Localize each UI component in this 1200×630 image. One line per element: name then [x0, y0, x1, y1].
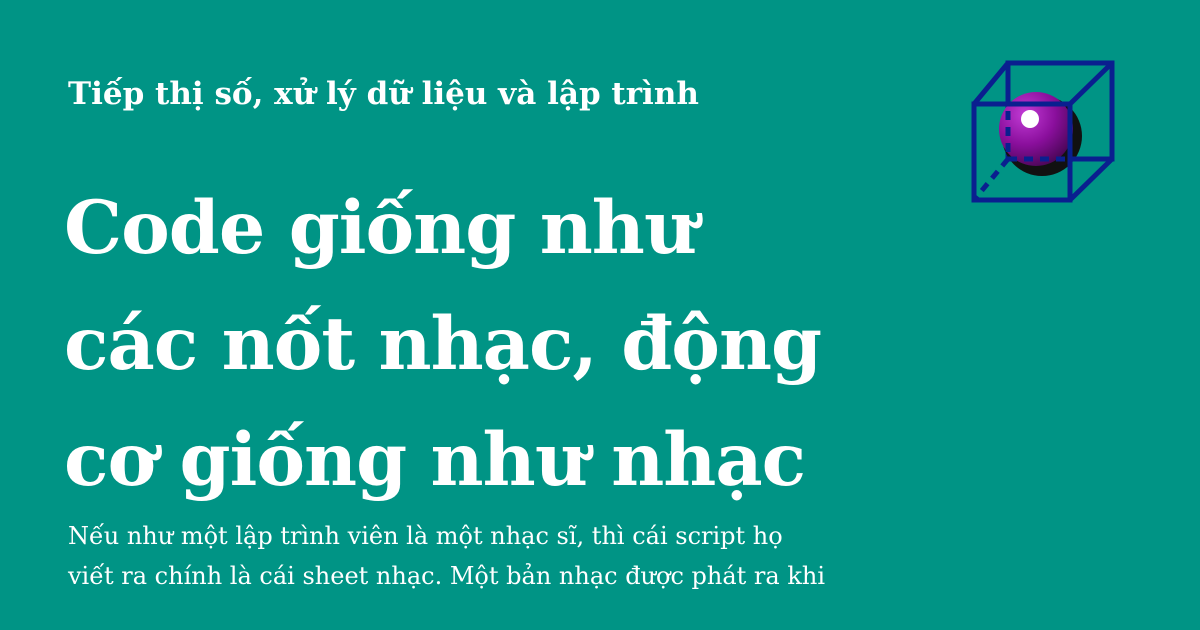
title-line: các nốt nhạc, động	[64, 301, 822, 387]
article-title: Code giống như các nốt nhạc, động cơ giố…	[64, 170, 944, 518]
og-card: Tiếp thị số, xử lý dữ liệu và lập trình …	[0, 0, 1200, 630]
cube-with-sphere-icon	[971, 60, 1115, 203]
article-excerpt: Nếu như một lập trình viên là một nhạc s…	[68, 516, 928, 596]
site-tagline: Tiếp thị số, xử lý dữ liệu và lập trình	[68, 76, 699, 112]
title-line: cơ giống như nhạc	[64, 417, 806, 503]
title-line: Code giống như	[64, 185, 697, 271]
sphere-highlight	[1021, 110, 1039, 128]
excerpt-line: viết ra chính là cái sheet nhạc. Một bản…	[68, 562, 826, 590]
excerpt-line: Nếu như một lập trình viên là một nhạc s…	[68, 522, 783, 550]
